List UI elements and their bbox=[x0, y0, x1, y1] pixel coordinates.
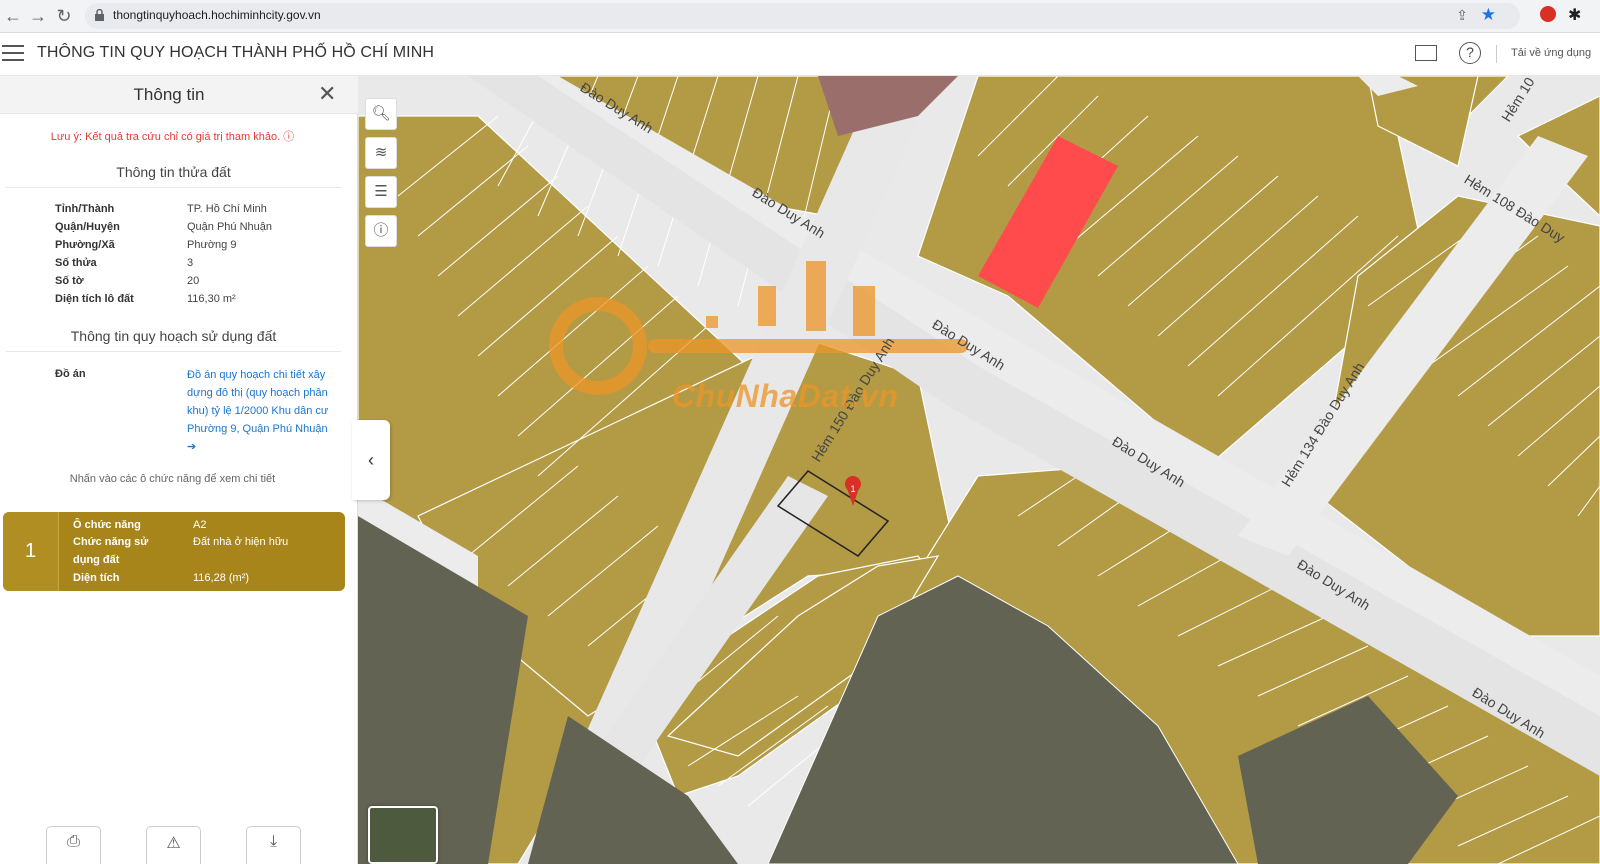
divider bbox=[1496, 45, 1497, 63]
card-index: 1 bbox=[3, 512, 59, 591]
bookmark-star-icon[interactable]: ★ bbox=[1481, 5, 1496, 25]
lock-icon bbox=[95, 9, 104, 21]
back-icon[interactable]: ← bbox=[2, 5, 24, 27]
watermark-text: ChuNhaDat.vn bbox=[672, 378, 899, 414]
planning-map[interactable]: 1 Đào Duy Anh Đào Duy Anh Đào Duy Anh Đà… bbox=[358, 76, 1600, 864]
card-value: A2 bbox=[193, 519, 207, 531]
row-value: 116,30 m² bbox=[187, 293, 236, 305]
disclaimer-note: Lưu ý: Kết quả tra cứu chỉ có giá trị th… bbox=[0, 128, 345, 144]
card-value: Đất nhà ở hiện hữu bbox=[193, 536, 289, 548]
card-label: Chức năng sử bbox=[73, 536, 149, 548]
row-value: 20 bbox=[187, 275, 200, 287]
card-label: Ô chức năng bbox=[73, 519, 141, 531]
close-icon[interactable]: ✕ bbox=[318, 81, 336, 107]
arrow-right-icon[interactable]: ➔ bbox=[187, 441, 196, 453]
mail-icon[interactable] bbox=[1415, 45, 1437, 61]
planning-project-link[interactable]: Đồ án quy hoạch chi tiết xây dựng đô thị… bbox=[187, 366, 337, 456]
panel-header: Thông tin ✕ bbox=[0, 76, 358, 114]
row-key: Phường/Xã bbox=[55, 239, 115, 251]
app-header: THÔNG TIN QUY HOẠCH THÀNH PHỐ HỒ CHÍ MIN… bbox=[0, 33, 1600, 76]
help-icon[interactable]: ? bbox=[1459, 42, 1481, 64]
collapse-panel-button[interactable]: ‹ bbox=[352, 420, 390, 500]
row-key: Đồ án bbox=[55, 368, 86, 380]
function-cell-card[interactable]: 1 Ô chức năng A2 Chức năng sử dụng đất Đ… bbox=[3, 512, 345, 591]
browser-toolbar: ← → ↻ thongtinquyhoach.hochiminhcity.gov… bbox=[0, 0, 1600, 33]
row-value: Quận Phú Nhuận bbox=[187, 221, 273, 233]
chevron-left-icon: ‹ bbox=[368, 450, 374, 470]
download-icon: ⤓ bbox=[269, 833, 278, 850]
row-key: Quận/Huyện bbox=[55, 221, 120, 233]
help-circle-icon[interactable]: ⓘ bbox=[283, 131, 294, 143]
puzzle-extensions-icon[interactable]: ✱ bbox=[1568, 5, 1581, 25]
download-button[interactable]: ⤓ bbox=[246, 826, 301, 864]
menu-icon[interactable] bbox=[2, 45, 24, 63]
reload-icon[interactable]: ↻ bbox=[53, 5, 75, 27]
legend-icon[interactable]: ☰ bbox=[365, 176, 397, 208]
extension-icon[interactable] bbox=[1540, 6, 1556, 22]
hint-text: Nhấn vào các ô chức năng để xem chi tiết bbox=[69, 473, 276, 485]
layers-icon[interactable]: ≋ bbox=[365, 137, 397, 169]
download-app-link[interactable]: Tải về ứng dụng bbox=[1511, 47, 1591, 59]
file-export-icon: ⎙ bbox=[67, 833, 80, 850]
link-text[interactable]: Đồ án quy hoạch chi tiết xây dựng đô thị… bbox=[187, 369, 328, 435]
row-value: TP. Hồ Chí Minh bbox=[187, 203, 267, 215]
url-text: thongtinquyhoach.hochiminhcity.gov.vn bbox=[113, 8, 321, 22]
row-key: Diện tích lô đất bbox=[55, 293, 134, 305]
card-label: Diện tích bbox=[73, 572, 120, 584]
export-button[interactable]: ⎙ bbox=[46, 826, 101, 864]
forward-icon[interactable]: → bbox=[27, 5, 49, 27]
section-title-parcel: Thông tin thửa đất bbox=[6, 164, 341, 188]
row-key: Số tờ bbox=[55, 275, 84, 287]
share-icon[interactable]: ⇪ bbox=[1456, 7, 1468, 24]
row-value: Phường 9 bbox=[187, 239, 237, 251]
row-value: 3 bbox=[187, 257, 194, 269]
app-title: THÔNG TIN QUY HOẠCH THÀNH PHỐ HỒ CHÍ MIN… bbox=[37, 44, 435, 61]
search-icon[interactable]: 🔍︎ bbox=[365, 98, 397, 130]
info-icon[interactable]: ⓘ bbox=[365, 215, 397, 247]
basemap-thumbnail[interactable] bbox=[368, 806, 438, 864]
card-value: 116,28 (m²) bbox=[193, 572, 250, 584]
address-bar[interactable]: thongtinquyhoach.hochiminhcity.gov.vn ⇪ … bbox=[85, 3, 1520, 29]
section-title-planning: Thông tin quy hoạch sử dụng đất bbox=[6, 328, 341, 352]
marker-label: 1 bbox=[850, 484, 855, 494]
row-key: Số thửa bbox=[55, 257, 97, 269]
report-button[interactable]: ⚠ bbox=[146, 826, 201, 864]
panel-title: Thông tin bbox=[133, 85, 205, 104]
map-canvas[interactable]: 1 bbox=[358, 76, 1600, 864]
row-key: Tỉnh/Thành bbox=[55, 203, 115, 215]
warning-icon: ⚠ bbox=[166, 835, 181, 852]
disclaimer-text: Lưu ý: Kết quả tra cứu chỉ có giá trị th… bbox=[50, 131, 281, 143]
info-panel: Thông tin ✕ Lưu ý: Kết quả tra cứu chỉ c… bbox=[0, 76, 358, 864]
card-label: dụng đất bbox=[73, 554, 120, 566]
